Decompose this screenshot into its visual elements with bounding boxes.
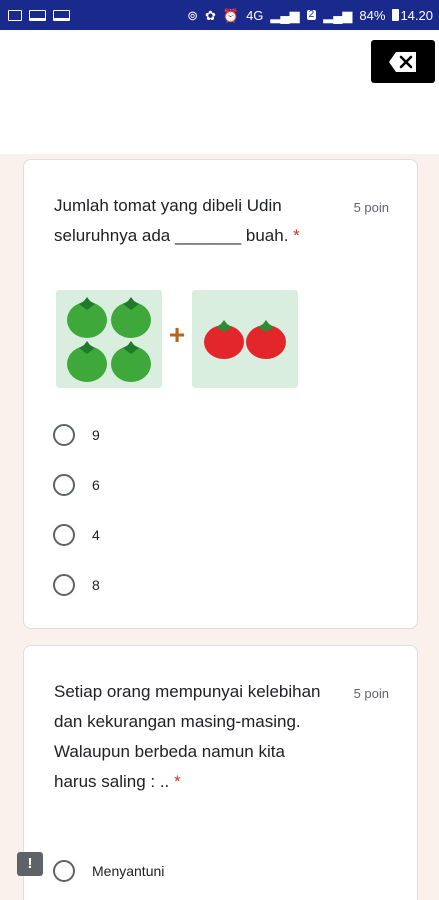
sim-badge: 2 [306,9,317,20]
alarm-icon: ⏰ [222,7,240,23]
red-tomato-icon [204,320,286,359]
option-item[interactable]: Menyantuni [53,846,164,896]
screen-icon [53,9,70,21]
radio-button[interactable] [53,574,75,596]
image-icon [8,9,22,21]
question-card: Jumlah tomat yang dibeli Udin seluruhnya… [23,159,418,629]
points-label: 5 poin [353,200,389,215]
radio-button[interactable] [53,474,75,496]
status-bar-right: ⊚ ✿ ⏰ 4G ▂▄▆ 2 ▂▄▆ 84% 14.20 [187,8,433,23]
status-bar: ⊚ ✿ ⏰ 4G ▂▄▆ 2 ▂▄▆ 84% 14.20 [0,0,439,30]
green-tomato [67,297,107,338]
option-item[interactable]: 4 [53,510,100,560]
question-text: Jumlah tomat yang dibeli Udin seluruhnya… [54,191,334,251]
signal-icon: ▂▄▆ [270,7,300,23]
plus-operator: + [168,319,186,350]
question-label: Setiap orang mempunyai kelebihan dan kek… [54,682,321,791]
radio-button[interactable] [53,860,75,882]
radio-button[interactable] [53,424,75,446]
green-tomato [67,341,107,382]
question-card: Setiap orang mempunyai kelebihan dan kek… [23,645,418,900]
question-label: Jumlah tomat yang dibeli Udin seluruhnya… [54,196,289,245]
network-type: 4G [246,7,264,23]
radio-button[interactable] [53,524,75,546]
question-text: Setiap orang mempunyai kelebihan dan kek… [54,677,324,797]
battery-icon [392,9,400,21]
red-tomato [246,320,286,359]
status-bar-left [8,9,70,21]
options-list: 9 6 4 8 [53,410,100,610]
required-marker: * [293,226,300,245]
green-tomato-icon [67,297,151,382]
green-tomato-panel [56,290,162,388]
battery-percent: 84% [359,7,386,23]
green-tomato [111,341,151,382]
question-image: + [56,288,300,390]
option-item[interactable]: 9 [53,410,100,460]
option-item[interactable]: 6 [53,460,100,510]
close-button[interactable] [371,40,435,83]
option-label: 9 [92,427,100,443]
close-x-icon [389,51,416,72]
red-tomato [204,320,244,359]
red-tomato-panel [192,290,298,388]
option-label: 8 [92,577,100,593]
sync-icon: ✿ [204,7,216,23]
green-tomato [111,297,151,338]
option-label: 6 [92,477,100,493]
option-label: Menyantuni [92,863,165,879]
feedback-icon[interactable]: ! [17,852,43,876]
options-list: Menyantuni [53,846,164,896]
location-icon: ⊚ [187,7,198,23]
required-marker: * [174,772,181,791]
option-item[interactable]: 8 [53,560,100,610]
option-label: 4 [92,527,100,543]
screen-icon [29,9,46,21]
clock: 14.20 [400,7,433,23]
signal-icon: ▂▄▆ [323,7,353,23]
top-bar [0,30,439,154]
points-label: 5 poin [353,686,389,701]
